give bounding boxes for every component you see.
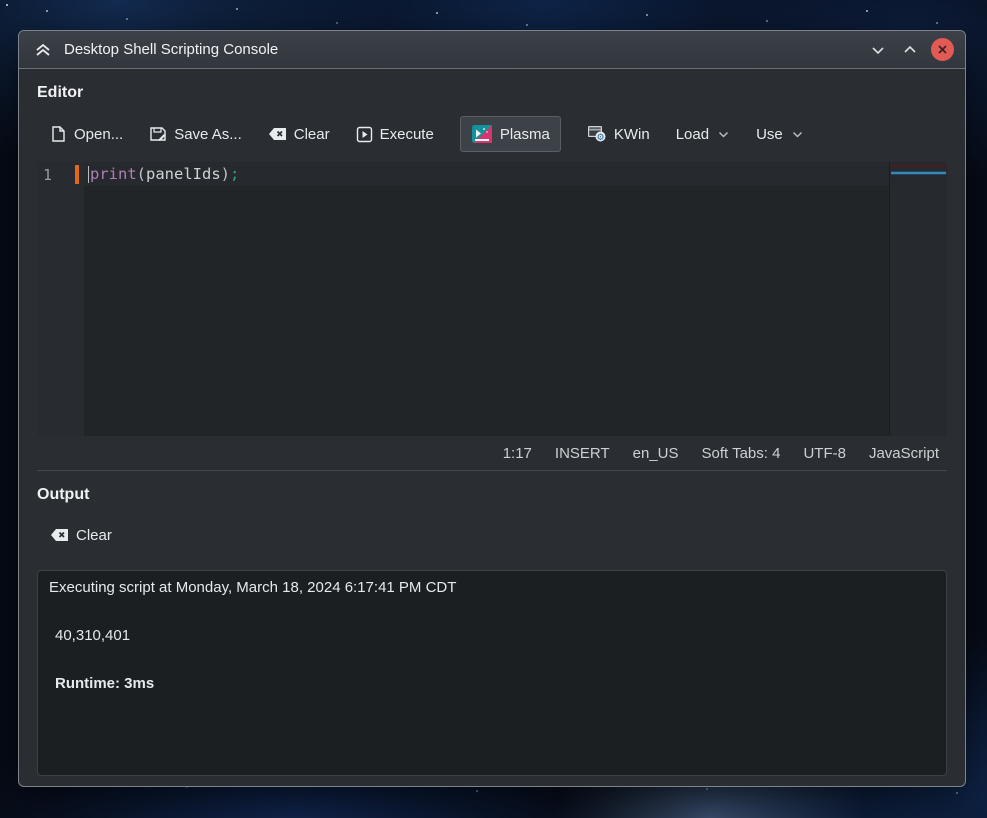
maximize-button[interactable] xyxy=(897,37,923,63)
output-exec-line: Executing script at Monday, March 18, 20… xyxy=(49,579,935,596)
line-number: 1 xyxy=(43,166,52,184)
syntax-language[interactable]: JavaScript xyxy=(869,445,939,462)
scripting-console-window: Desktop Shell Scripting Console Editor O… xyxy=(18,30,966,787)
wallpaper-stars xyxy=(6,4,8,6)
svg-text:⚙: ⚙ xyxy=(596,132,604,142)
line-number-gutter: 1 xyxy=(37,162,84,436)
dictionary-locale[interactable]: en_US xyxy=(633,445,679,462)
modified-line-marker xyxy=(75,165,79,184)
cursor-position[interactable]: 1:17 xyxy=(503,445,532,462)
use-label: Use xyxy=(756,126,783,143)
section-divider xyxy=(37,470,947,471)
save-as-button[interactable]: Save As... xyxy=(149,125,242,143)
output-runtime-line: Runtime: 3ms xyxy=(55,675,935,692)
plasma-label: Plasma xyxy=(500,126,550,143)
code-editor[interactable]: 1 print(panelIds); xyxy=(37,162,947,436)
titlebar[interactable]: Desktop Shell Scripting Console xyxy=(19,31,965,69)
plasma-console-icon xyxy=(471,123,493,145)
window-menu-button[interactable] xyxy=(865,37,891,63)
backspace-clear-icon xyxy=(50,527,69,543)
close-icon xyxy=(936,43,949,56)
input-mode[interactable]: INSERT xyxy=(555,445,610,462)
chevron-up-icon xyxy=(902,42,918,58)
minimap-line-mark xyxy=(892,164,945,168)
save-as-icon xyxy=(149,125,167,143)
editor-toolbar: Open... Save As... Clear Execute xyxy=(50,116,947,152)
close-button[interactable] xyxy=(931,38,954,61)
load-label: Load xyxy=(676,126,709,143)
clear-output-button[interactable]: Clear xyxy=(50,527,112,544)
code-paren-open: ( xyxy=(137,165,146,183)
window-title: Desktop Shell Scripting Console xyxy=(64,41,278,58)
chevron-down-icon xyxy=(870,42,886,58)
plasma-mode-button[interactable]: Plasma xyxy=(460,116,561,152)
kwin-label: KWin xyxy=(614,126,650,143)
clear-editor-label: Clear xyxy=(294,126,330,143)
encoding[interactable]: UTF-8 xyxy=(803,445,846,462)
kwin-windows-icon: ⚙ xyxy=(587,125,607,143)
code-area[interactable]: print(panelIds); xyxy=(84,162,889,436)
execute-play-icon xyxy=(356,126,373,143)
open-label: Open... xyxy=(74,126,123,143)
editor-statusbar: 1:17 INSERT en_US Soft Tabs: 4 UTF-8 Jav… xyxy=(37,436,947,470)
code-paren-close: ) xyxy=(221,165,230,183)
kwin-mode-button[interactable]: ⚙ KWin xyxy=(587,125,650,143)
scrollbar-minimap[interactable] xyxy=(889,162,947,436)
keep-above-icon xyxy=(34,41,52,59)
chevron-down-icon xyxy=(791,128,804,141)
output-result-line: 40,310,401 xyxy=(55,627,935,644)
save-as-label: Save As... xyxy=(174,126,242,143)
code-keyword: print xyxy=(90,165,137,183)
open-document-icon xyxy=(50,125,67,143)
clear-editor-button[interactable]: Clear xyxy=(268,126,330,143)
code-line: print(panelIds); xyxy=(88,165,239,183)
chevron-down-icon xyxy=(717,128,730,141)
text-cursor xyxy=(88,166,89,183)
editor-heading: Editor xyxy=(37,84,947,102)
output-console: Executing script at Monday, March 18, 20… xyxy=(37,570,947,776)
clear-output-label: Clear xyxy=(76,527,112,544)
code-semicolon: ; xyxy=(230,165,239,183)
output-heading: Output xyxy=(37,486,947,504)
output-toolbar: Clear xyxy=(50,520,947,550)
execute-label: Execute xyxy=(380,126,434,143)
tab-settings[interactable]: Soft Tabs: 4 xyxy=(702,445,781,462)
open-button[interactable]: Open... xyxy=(50,125,123,143)
execute-button[interactable]: Execute xyxy=(356,126,434,143)
load-dropdown[interactable]: Load xyxy=(676,126,730,143)
use-dropdown[interactable]: Use xyxy=(756,126,804,143)
window-content: Editor Open... Save As... Clear xyxy=(19,69,965,786)
backspace-clear-icon xyxy=(268,126,287,142)
code-identifier: panelIds xyxy=(146,165,221,183)
minimap-view-indicator[interactable] xyxy=(891,171,946,175)
